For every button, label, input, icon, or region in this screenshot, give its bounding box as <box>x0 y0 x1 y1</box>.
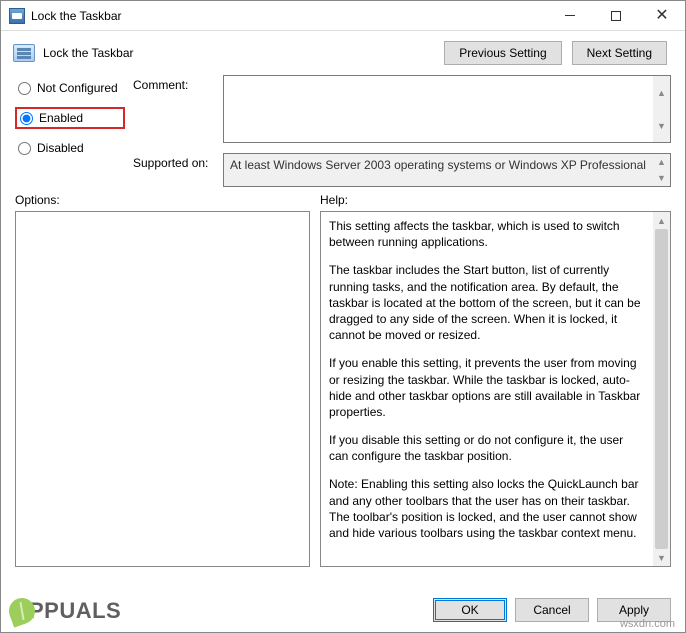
help-paragraph: This setting affects the taskbar, which … <box>329 218 645 250</box>
dialog-footer: OK Cancel Apply <box>1 590 685 632</box>
cancel-button[interactable]: Cancel <box>515 598 589 622</box>
close-icon: ✕ <box>655 8 668 24</box>
app-icon <box>9 8 25 24</box>
radio-enabled-input[interactable] <box>20 112 33 125</box>
help-label: Help: <box>320 193 671 207</box>
scroll-down-icon: ▼ <box>653 549 670 566</box>
supported-label: Supported on: <box>133 153 215 170</box>
help-paragraph: Note: Enabling this setting also locks t… <box>329 476 645 541</box>
close-button[interactable]: ✕ <box>639 1 685 30</box>
comment-scrollbar[interactable]: ▲ ▼ <box>653 76 670 142</box>
help-column: Help: This setting affects the taskbar, … <box>320 193 671 567</box>
maximize-icon <box>611 11 621 21</box>
options-label: Options: <box>15 193 310 207</box>
scroll-down-icon: ▼ <box>653 170 670 186</box>
scroll-thumb[interactable] <box>655 229 668 549</box>
next-setting-button[interactable]: Next Setting <box>572 41 667 65</box>
maximize-button[interactable] <box>593 1 639 30</box>
comment-label: Comment: <box>133 75 215 92</box>
radio-disabled-label: Disabled <box>37 141 84 155</box>
radio-disabled[interactable]: Disabled <box>15 139 125 157</box>
options-column: Options: <box>15 193 310 567</box>
radio-disabled-input[interactable] <box>18 142 31 155</box>
help-panel: This setting affects the taskbar, which … <box>320 211 671 567</box>
help-paragraph: If you enable this setting, it prevents … <box>329 355 645 420</box>
minimize-button[interactable] <box>547 1 593 30</box>
radio-enabled-label: Enabled <box>39 111 83 125</box>
scroll-up-icon: ▲ <box>653 76 670 109</box>
radio-not-configured-label: Not Configured <box>37 81 118 95</box>
options-panel <box>15 211 310 567</box>
state-column: Not Configured Enabled Disabled <box>15 75 125 187</box>
minimize-icon <box>565 15 575 16</box>
supported-row: Supported on: At least Windows Server 20… <box>133 153 671 187</box>
scroll-up-icon: ▲ <box>653 212 670 229</box>
policy-icon <box>13 44 35 62</box>
apply-button[interactable]: Apply <box>597 598 671 622</box>
comment-input[interactable] <box>224 76 653 142</box>
lower-area: Options: Help: This setting affects the … <box>1 187 685 567</box>
supported-scrollbar[interactable]: ▲ ▼ <box>653 154 670 186</box>
window-title: Lock the Taskbar <box>31 9 122 23</box>
policy-title: Lock the Taskbar <box>43 46 134 60</box>
header-row: Lock the Taskbar Previous Setting Next S… <box>1 31 685 71</box>
window-controls: ✕ <box>547 1 685 30</box>
supported-value: At least Windows Server 2003 operating s… <box>224 154 653 186</box>
config-area: Not Configured Enabled Disabled Comment:… <box>1 71 685 187</box>
radio-not-configured-input[interactable] <box>18 82 31 95</box>
scroll-up-icon: ▲ <box>653 154 670 170</box>
scroll-down-icon: ▼ <box>653 109 670 142</box>
help-content: This setting affects the taskbar, which … <box>321 212 653 566</box>
comment-row: Comment: ▲ ▼ <box>133 75 671 143</box>
help-paragraph: If you disable this setting or do not co… <box>329 432 645 464</box>
fields-column: Comment: ▲ ▼ Supported on: At least Wind… <box>133 75 671 187</box>
previous-setting-button[interactable]: Previous Setting <box>444 41 561 65</box>
help-paragraph: The taskbar includes the Start button, l… <box>329 262 645 343</box>
titlebar: Lock the Taskbar ✕ <box>1 1 685 31</box>
supported-box: At least Windows Server 2003 operating s… <box>223 153 671 187</box>
ok-button[interactable]: OK <box>433 598 507 622</box>
radio-enabled[interactable]: Enabled <box>15 107 125 129</box>
radio-not-configured[interactable]: Not Configured <box>15 79 125 97</box>
scroll-track[interactable] <box>653 229 670 549</box>
comment-box: ▲ ▼ <box>223 75 671 143</box>
help-scrollbar[interactable]: ▲ ▼ <box>653 212 670 566</box>
